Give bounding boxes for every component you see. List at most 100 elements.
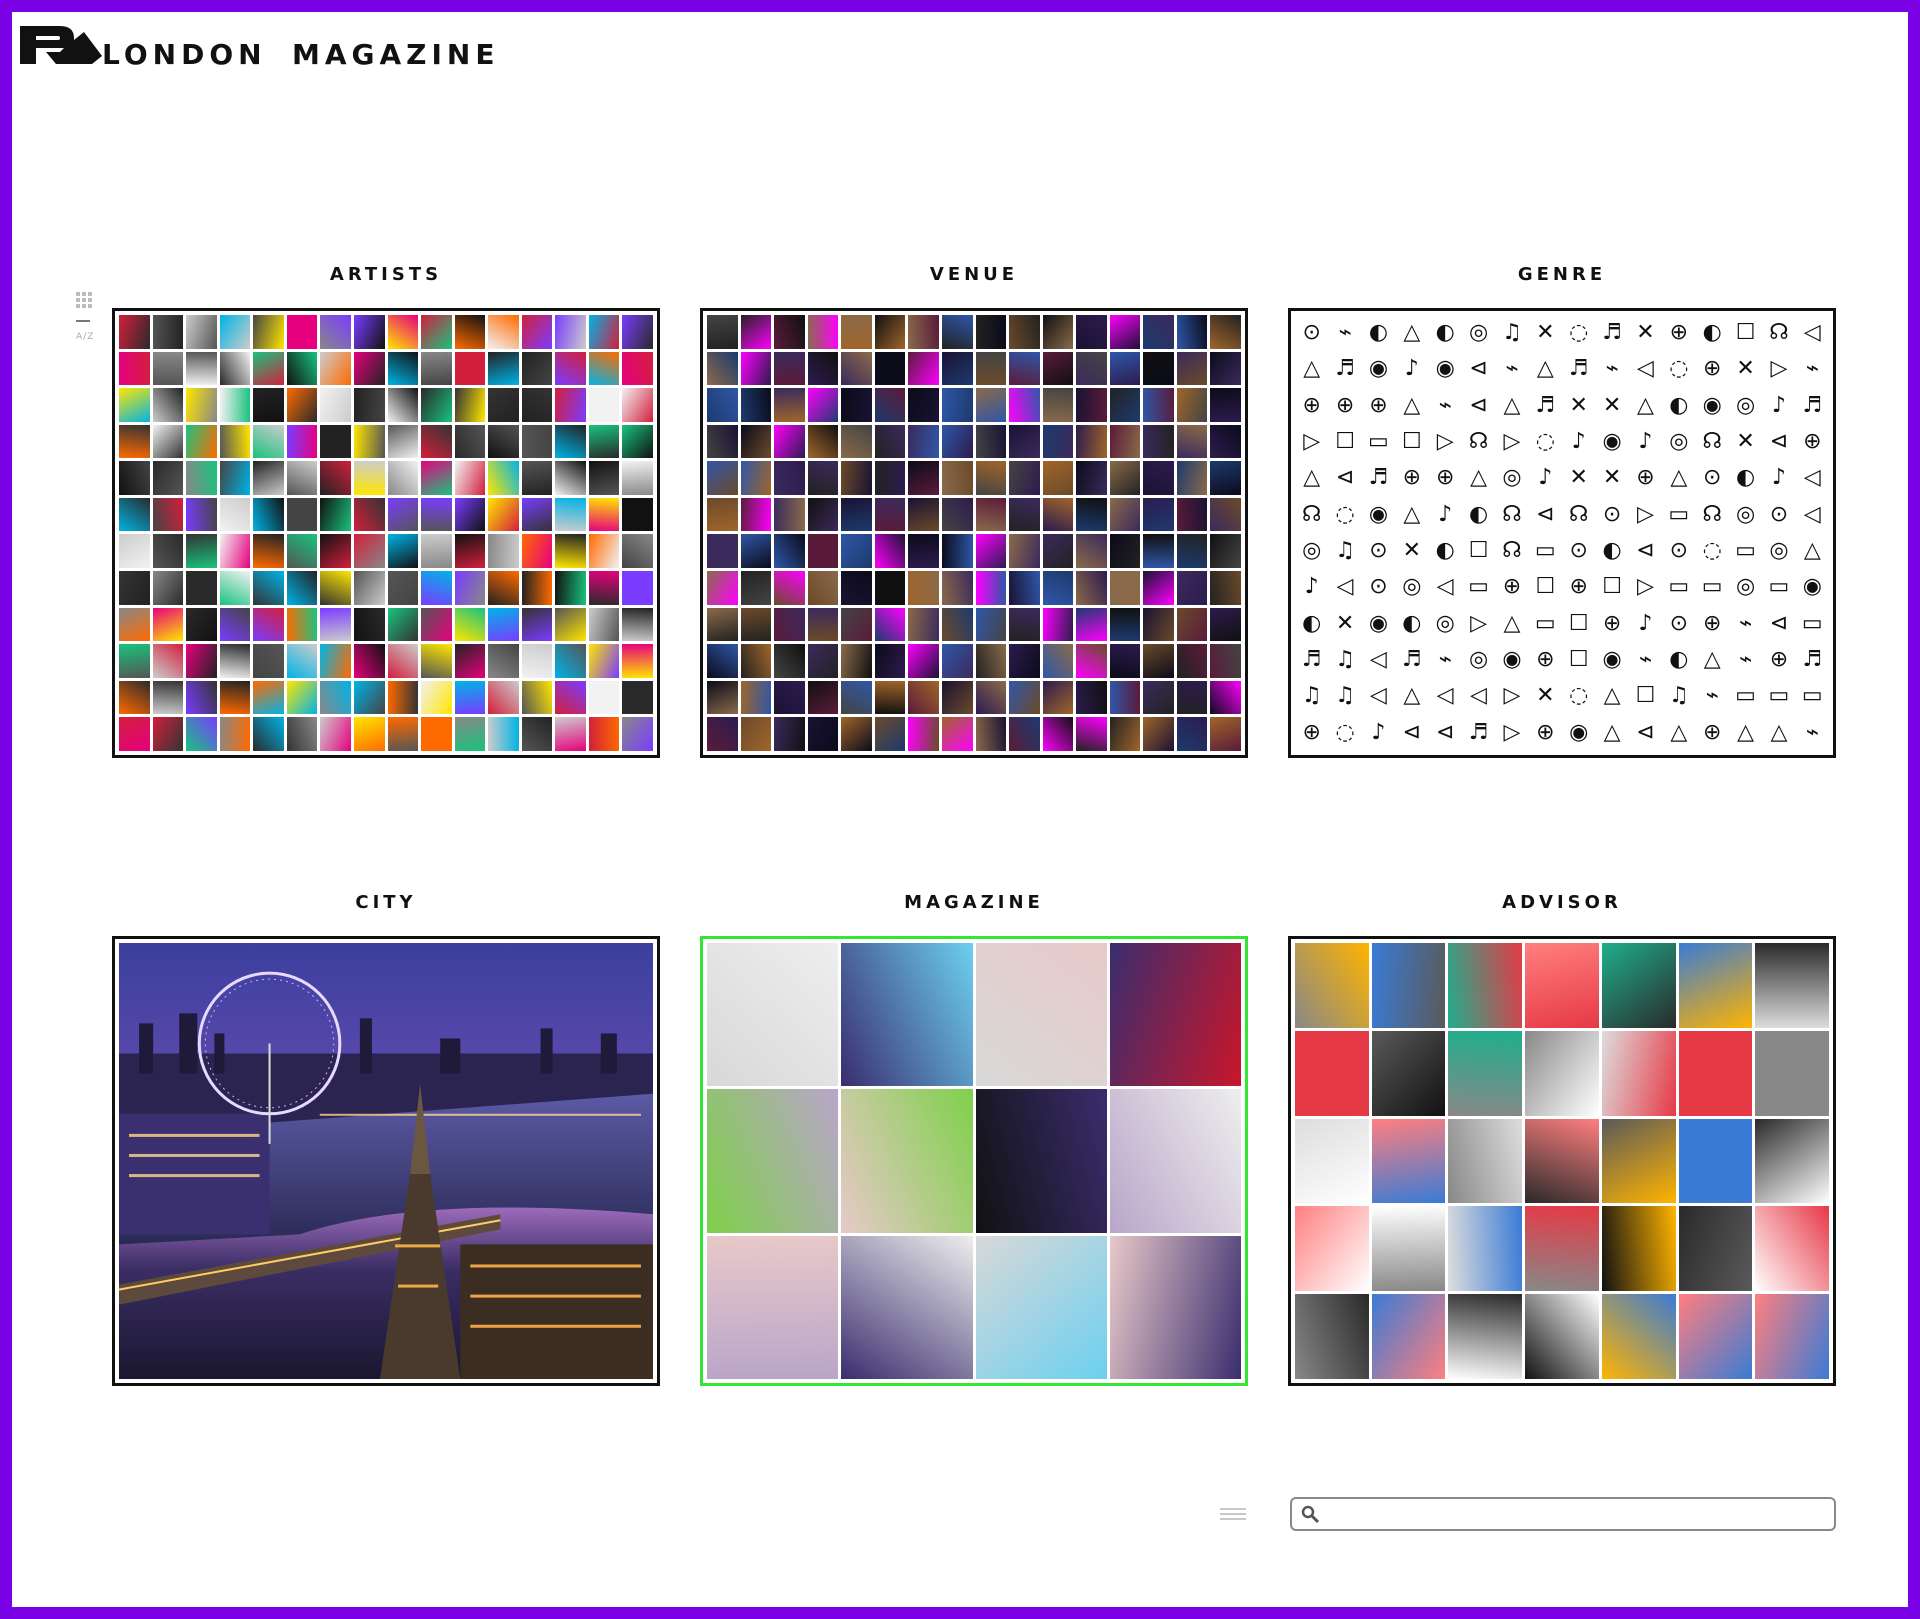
thumbnail[interactable] (1295, 1118, 1369, 1204)
thumbnail[interactable] (841, 315, 872, 349)
thumbnail[interactable] (1009, 315, 1040, 349)
genre-icon[interactable]: ⊕ (1395, 460, 1428, 496)
thumbnail[interactable] (1448, 1030, 1523, 1116)
genre-icon[interactable]: ⌁ (1429, 642, 1462, 678)
genre-icon[interactable]: ⊙ (1662, 533, 1695, 569)
thumbnail[interactable] (774, 607, 805, 642)
thumbnail[interactable] (353, 461, 385, 495)
genre-icon[interactable]: ✕ (1595, 388, 1628, 424)
genre-icon[interactable]: ⊲ (1429, 715, 1462, 751)
thumbnail[interactable] (588, 680, 620, 715)
thumbnail[interactable] (588, 351, 620, 386)
genre-icon[interactable]: ◎ (1729, 569, 1762, 605)
thumbnail[interactable] (740, 717, 772, 751)
thumbnail[interactable] (219, 388, 251, 422)
thumbnail[interactable] (387, 315, 419, 349)
thumbnail[interactable] (1176, 571, 1208, 605)
thumbnail[interactable] (152, 424, 184, 459)
thumbnail[interactable] (1210, 461, 1241, 495)
thumbnail[interactable] (320, 497, 351, 532)
thumbnail[interactable] (387, 534, 419, 569)
thumbnail[interactable] (119, 717, 150, 751)
genre-icon[interactable]: ◁ (1362, 642, 1395, 678)
thumbnail[interactable] (286, 607, 318, 642)
genre-icon[interactable]: ♪ (1762, 388, 1795, 424)
thumbnail[interactable] (119, 534, 150, 569)
thumbnail[interactable] (975, 644, 1007, 678)
thumbnail[interactable] (1525, 1206, 1599, 1292)
thumbnail[interactable] (807, 388, 839, 422)
thumbnail[interactable] (521, 424, 553, 459)
genre-icon[interactable]: ◐ (1729, 460, 1762, 496)
thumbnail[interactable] (152, 497, 184, 532)
thumbnail[interactable] (1678, 1030, 1753, 1116)
thumbnail[interactable] (1109, 534, 1141, 569)
thumbnail[interactable] (841, 1235, 973, 1379)
genre-icon[interactable]: ◐ (1696, 315, 1729, 351)
thumbnail[interactable] (774, 717, 805, 751)
thumbnail[interactable] (454, 534, 486, 569)
thumbnail[interactable] (1448, 1118, 1523, 1204)
thumbnail[interactable] (1295, 1294, 1369, 1379)
thumbnail[interactable] (421, 571, 452, 605)
thumbnail[interactable] (186, 315, 217, 349)
thumbnail[interactable] (320, 424, 351, 459)
thumbnail[interactable] (152, 461, 184, 495)
thumbnail[interactable] (387, 680, 419, 715)
thumbnail[interactable] (1176, 424, 1208, 459)
thumbnail[interactable] (908, 534, 939, 569)
thumbnail[interactable] (1076, 497, 1107, 532)
thumbnail[interactable] (740, 534, 772, 569)
thumbnail[interactable] (707, 1235, 839, 1379)
genre-icon[interactable]: ⊲ (1462, 388, 1495, 424)
thumbnail[interactable] (975, 1089, 1107, 1233)
genre-icon[interactable]: ♬ (1595, 315, 1628, 351)
thumbnail[interactable] (1295, 943, 1369, 1028)
genre-icon[interactable]: ◎ (1462, 315, 1495, 351)
thumbnail[interactable] (1042, 351, 1074, 386)
thumbnail[interactable] (975, 607, 1007, 642)
genre-icon[interactable]: ⊕ (1529, 715, 1562, 751)
thumbnail[interactable] (1109, 943, 1241, 1087)
genre-icon[interactable]: ⊙ (1595, 497, 1628, 533)
genre-icon[interactable]: ⊕ (1629, 460, 1662, 496)
thumbnail[interactable] (1210, 388, 1241, 422)
thumbnail[interactable] (454, 461, 486, 495)
thumbnail[interactable] (908, 644, 939, 678)
thumbnail[interactable] (807, 351, 839, 386)
thumbnail[interactable] (1042, 388, 1074, 422)
thumbnail[interactable] (874, 644, 906, 678)
genre-icon[interactable]: ⊙ (1362, 569, 1395, 605)
thumbnail[interactable] (874, 680, 906, 715)
thumbnail[interactable] (1678, 1118, 1753, 1204)
thumbnail[interactable] (1525, 1294, 1599, 1379)
genre-icon[interactable]: ♫ (1662, 678, 1695, 714)
thumbnail[interactable] (286, 680, 318, 715)
thumbnail[interactable] (622, 315, 653, 349)
thumbnail[interactable] (1525, 1030, 1599, 1116)
thumbnail[interactable] (1143, 497, 1174, 532)
genre-icon[interactable]: ◎ (1429, 606, 1462, 642)
genre-icon[interactable]: ⊲ (1529, 497, 1562, 533)
genre-icon[interactable]: ◎ (1729, 388, 1762, 424)
thumbnail[interactable] (521, 351, 553, 386)
genre-icon[interactable]: ♪ (1362, 715, 1395, 751)
thumbnail[interactable] (941, 388, 973, 422)
thumbnail[interactable] (555, 717, 586, 751)
thumbnail[interactable] (488, 680, 519, 715)
thumbnail[interactable] (219, 680, 251, 715)
thumbnail[interactable] (320, 388, 351, 422)
genre-icon[interactable]: ◉ (1595, 424, 1628, 460)
thumbnail[interactable] (1371, 1294, 1446, 1379)
thumbnail[interactable] (286, 497, 318, 532)
thumbnail[interactable] (874, 388, 906, 422)
thumbnail[interactable] (119, 644, 150, 678)
thumbnail[interactable] (588, 644, 620, 678)
genre-icon[interactable]: ☐ (1462, 533, 1495, 569)
thumbnail[interactable] (119, 315, 150, 349)
magazine-tile[interactable] (700, 936, 1248, 1386)
thumbnail[interactable] (488, 717, 519, 751)
genre-icon[interactable]: ◐ (1462, 497, 1495, 533)
thumbnail[interactable] (1176, 680, 1208, 715)
genre-icon[interactable]: △ (1696, 642, 1729, 678)
